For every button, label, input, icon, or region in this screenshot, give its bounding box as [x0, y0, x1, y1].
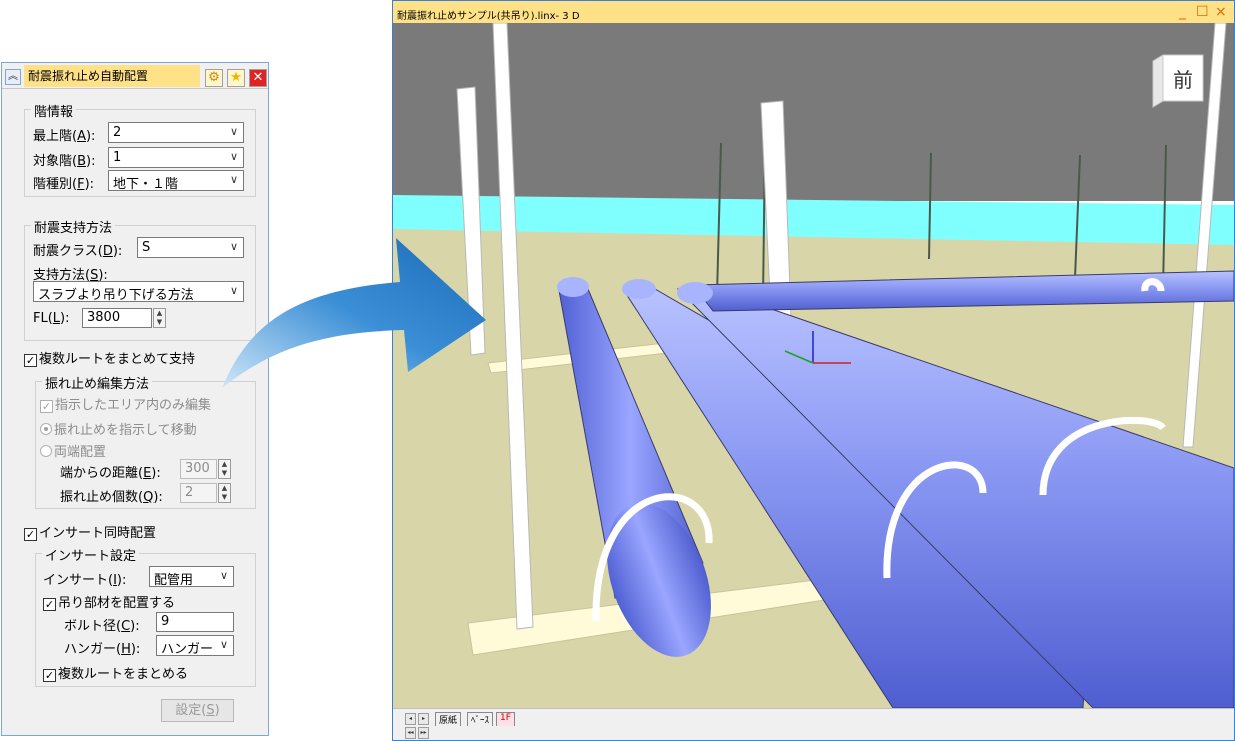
- top-floor-label: 最上階(A):: [33, 129, 96, 144]
- minimize-icon[interactable]: _: [1179, 5, 1186, 19]
- pipe: [557, 277, 589, 297]
- chevron-down-icon: ∨: [219, 569, 228, 582]
- view-cube[interactable]: 前: [1152, 54, 1204, 108]
- count-stepper[interactable]: ▲ ▼: [218, 483, 231, 503]
- target-floor-label: 対象階(B):: [33, 154, 96, 169]
- bolt-input[interactable]: 9: [156, 612, 234, 632]
- top-floor-select[interactable]: 2 ∨: [108, 122, 244, 143]
- tab-base[interactable]: ﾍﾞｰｽ: [467, 712, 494, 726]
- auto-placement-panel: ︽ 耐震振れ止め自動配置 ⚙ ★ ✕ 階情報 最上階(A): 2 ∨ 対象階(B)…: [1, 62, 269, 736]
- window-title: 耐震振れ止めサンプル(共吊り).linx- 3 D: [393, 1, 1234, 23]
- chevron-down-icon: ∨: [229, 284, 238, 297]
- panel-header: ︽ 耐震振れ止め自動配置 ⚙ ★ ✕: [2, 63, 268, 89]
- distance-stepper[interactable]: ▲ ▼: [218, 459, 231, 479]
- floor-info-legend: 階情報: [31, 101, 77, 120]
- 3d-viewport[interactable]: 前: [393, 23, 1234, 708]
- sway-edit-legend: 振れ止め編集方法: [42, 373, 153, 392]
- distance-input[interactable]: 300: [180, 459, 217, 479]
- set-button[interactable]: 設定(S): [161, 699, 234, 722]
- pipe: [677, 282, 713, 304]
- chevron-down-icon: ∨: [229, 173, 238, 186]
- seismic-class-label: 耐震クラス(D):: [33, 244, 123, 259]
- chevron-down-icon: ∨: [219, 638, 228, 651]
- collapse-icon[interactable]: ︽: [5, 69, 21, 85]
- insert-type-select[interactable]: 配管用 ∨: [149, 566, 234, 587]
- view-3d-window: 耐震振れ止めサンプル(共吊り).linx- 3 D _ ☐ × 前 ◂ ▸ ◂◂…: [392, 0, 1235, 741]
- hanger-select[interactable]: ハンガー ∨: [156, 635, 234, 656]
- close-icon[interactable]: ✕: [249, 69, 267, 87]
- checkbox-checked-icon: ✓: [43, 669, 56, 682]
- support-method-select[interactable]: スラブより吊り下げる方法 ∨: [33, 281, 244, 302]
- star-icon[interactable]: ★: [227, 69, 245, 87]
- ceiling: [393, 23, 1234, 201]
- support-method-legend: 耐震支持方法: [31, 217, 116, 236]
- view-cube-label: 前: [1173, 68, 1193, 92]
- checkbox-checked-icon: ✓: [24, 354, 37, 367]
- first-tab-icon[interactable]: ◂◂: [405, 727, 416, 739]
- checkbox-checked-icon: ✓: [24, 528, 37, 541]
- next-tab-icon[interactable]: ▸: [418, 713, 429, 725]
- fl-input[interactable]: 3800: [82, 308, 152, 328]
- seismic-class-select[interactable]: S ∨: [137, 237, 244, 258]
- only-area-checkbox[interactable]: ✓ 指示したエリア内のみ編集: [40, 394, 211, 413]
- bolt-label: ボルト径(C):: [64, 619, 140, 634]
- checkbox-checked-icon: ✓: [40, 400, 53, 413]
- chevron-down-icon: ∨: [229, 240, 238, 253]
- insert-checkbox[interactable]: ✓ インサート同時配置: [24, 522, 156, 541]
- gear-icon[interactable]: ⚙: [205, 69, 223, 87]
- fl-stepper[interactable]: ▲ ▼: [153, 308, 166, 328]
- target-floor-select[interactable]: 1 ∨: [108, 147, 244, 168]
- both-ends-radio[interactable]: 両端配置: [40, 441, 106, 460]
- hang-member-checkbox[interactable]: ✓ 吊り部材を配置する: [43, 592, 175, 611]
- insert-settings-legend: インサート設定: [42, 545, 140, 564]
- radio-empty-icon: [40, 445, 52, 457]
- panel-title: 耐震振れ止め自動配置: [24, 65, 200, 87]
- floor-type-label: 階種別(F):: [33, 177, 95, 192]
- tab-genshi[interactable]: 原紙: [435, 712, 462, 726]
- fl-label: FL(L):: [33, 311, 70, 326]
- maximize-icon[interactable]: ☐: [1196, 5, 1209, 19]
- merge-routes-checkbox[interactable]: ✓ 複数ルートをまとめる: [43, 663, 188, 682]
- count-label: 振れ止め個数(Q):: [60, 490, 163, 505]
- move-radio[interactable]: 振れ止めを指示して移動: [40, 419, 197, 438]
- hanger-label: ハンガー(H):: [64, 642, 141, 657]
- chevron-down-icon: ∨: [229, 150, 238, 163]
- checkbox-checked-icon: ✓: [43, 598, 56, 611]
- tab-1f[interactable]: 1F: [496, 712, 515, 726]
- radio-selected-icon: [40, 423, 52, 435]
- pipe: [622, 279, 656, 299]
- prev-tab-icon[interactable]: ◂: [405, 713, 416, 725]
- multi-route-checkbox[interactable]: ✓ 複数ルートをまとめて支持: [24, 348, 195, 367]
- count-input[interactable]: 2: [180, 483, 217, 503]
- distance-label: 端からの距離(E):: [60, 466, 161, 481]
- last-tab-icon[interactable]: ▸▸: [418, 727, 429, 739]
- insert-type-label: インサート(I):: [43, 573, 127, 588]
- tab-bar: ◂ ▸ ◂◂ ▸▸ 原紙 ﾍﾞｰｽ 1F: [393, 708, 1234, 740]
- floor-type-select[interactable]: 地下・１階 ∨: [108, 170, 244, 191]
- chevron-down-icon: ∨: [229, 125, 238, 138]
- close-icon[interactable]: ×: [1215, 5, 1227, 19]
- 3d-scene: 前: [393, 23, 1234, 708]
